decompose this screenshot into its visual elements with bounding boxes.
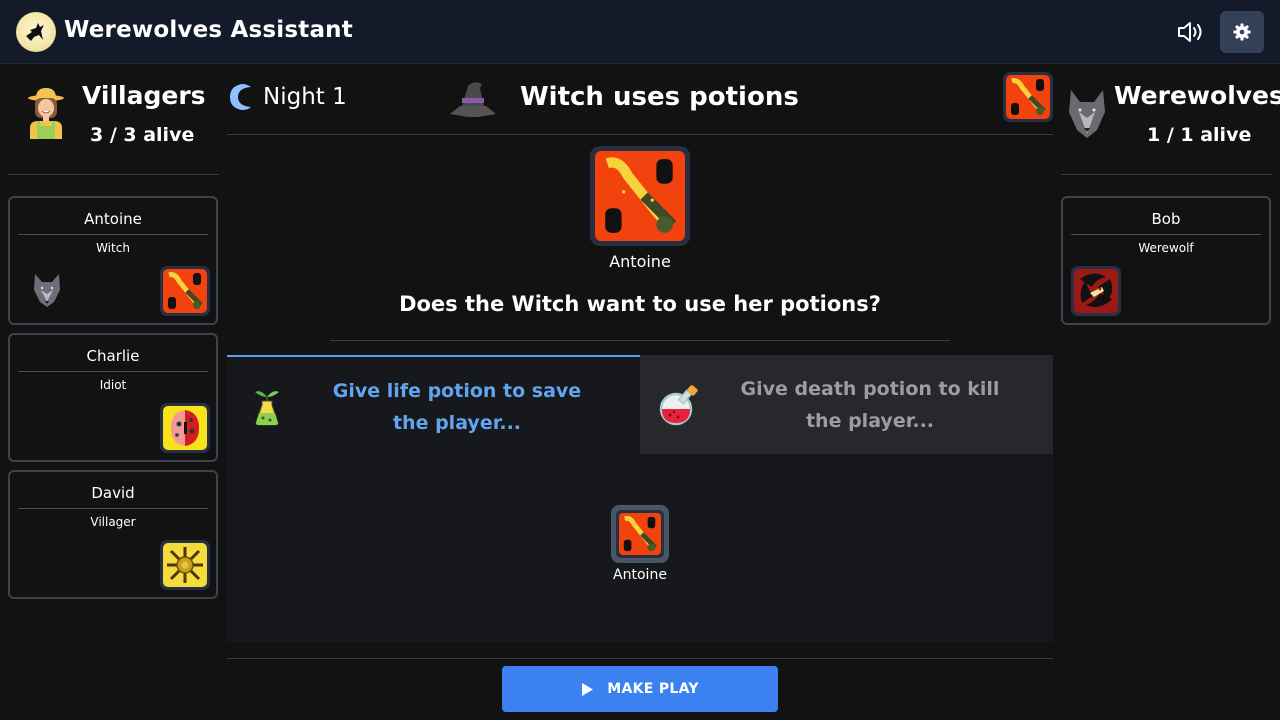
idiot-card-art [163, 406, 207, 450]
player-name: Antoine [84, 210, 142, 228]
farmer-avatar-icon [26, 86, 66, 144]
player-role: Idiot [99, 378, 127, 392]
tab-death-potion[interactable]: Give death potion to kill the player... [640, 355, 1053, 454]
villager-card-art [163, 543, 207, 587]
make-play-label: MAKE PLAY [607, 681, 699, 697]
divider [18, 234, 208, 235]
settings-button[interactable] [1220, 11, 1264, 53]
wolf-head-icon [1067, 88, 1107, 144]
player-role: Villager [90, 515, 136, 529]
divider [227, 134, 1053, 135]
player-card-bob[interactable]: Bob Werewolf [1061, 196, 1271, 325]
player-name: David [91, 484, 135, 502]
divider [8, 174, 219, 175]
app-logo-icon [16, 12, 56, 52]
divider [1071, 234, 1261, 235]
divider [330, 340, 950, 341]
divider [227, 658, 1053, 659]
current-player-name: Antoine [609, 252, 671, 271]
witch-hat-icon [448, 80, 498, 122]
target-role-frame [616, 510, 664, 558]
werewolf-eaten-icon [32, 272, 62, 312]
current-player-role-art [590, 146, 690, 246]
top-bar: Werewolves Assistant [0, 0, 1280, 64]
witch-card-art [619, 513, 661, 555]
role-art-werewolf [1071, 266, 1121, 316]
target-player-button[interactable] [611, 505, 669, 563]
villagers-alive-count: 3 / 3 alive [90, 124, 195, 146]
role-art-witch [160, 266, 210, 316]
player-role: Werewolf [1138, 241, 1194, 255]
tab-life-potion[interactable]: Give life potion to save the player... [227, 355, 640, 454]
werewolves-title: Werewolves [1114, 81, 1280, 110]
turn-title: Witch uses potions [520, 82, 799, 112]
role-art-villager [160, 540, 210, 590]
death-potion-icon [658, 383, 704, 431]
life-potion-icon [253, 387, 281, 431]
role-art-idiot [160, 403, 210, 453]
app-title: Werewolves Assistant [64, 17, 353, 43]
player-name: Charlie [86, 347, 140, 365]
make-play-button[interactable]: MAKE PLAY [502, 666, 778, 712]
werewolves-alive-count: 1 / 1 alive [1147, 124, 1252, 146]
player-card-antoine[interactable]: Antoine Witch [8, 196, 218, 325]
witch-card-art [1006, 75, 1050, 119]
sound-button[interactable] [1176, 18, 1206, 46]
divider [18, 508, 208, 509]
witch-card-art [163, 269, 207, 313]
tab-life-potion-label: Give life potion to save the player... [332, 380, 582, 434]
werewolf-card-art [1074, 269, 1118, 313]
volume-icon [1178, 22, 1202, 42]
moon-icon [226, 82, 252, 116]
divider [1061, 174, 1272, 175]
player-role: Witch [96, 241, 130, 255]
play-question: Does the Witch want to use her potions? [399, 292, 881, 316]
player-card-charlie[interactable]: Charlie Idiot [8, 333, 218, 462]
phase-label: Night 1 [263, 84, 347, 110]
player-name: Bob [1151, 210, 1181, 228]
current-role-thumbnail [1003, 72, 1053, 122]
witch-card-art [595, 151, 685, 241]
tab-death-potion-label: Give death potion to kill the player... [740, 378, 1000, 432]
target-player-name: Antoine [613, 567, 667, 583]
potion-tabs: Give life potion to save the player... G… [227, 355, 1053, 454]
divider [18, 371, 208, 372]
play-icon [582, 682, 594, 696]
gear-icon [1233, 23, 1251, 41]
player-card-david[interactable]: David Villager [8, 470, 218, 599]
villagers-title: Villagers [82, 81, 206, 110]
